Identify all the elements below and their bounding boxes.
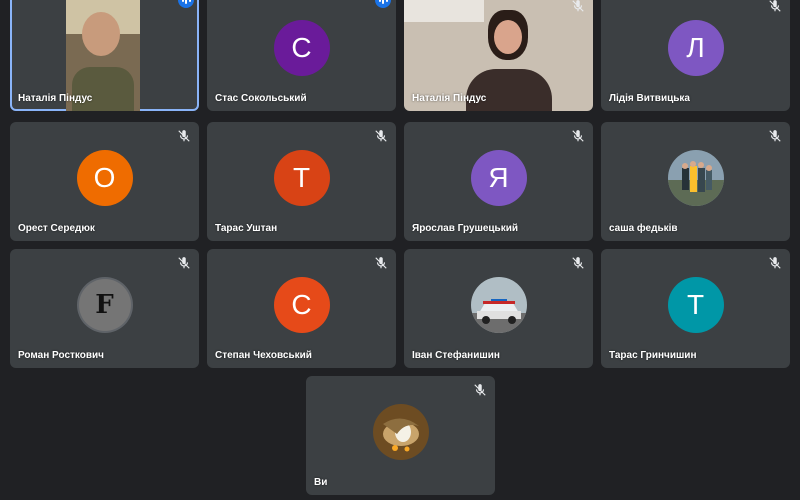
participant-tile[interactable]: С Стас Сокольський [207, 0, 396, 111]
avatar-letter: Л [686, 31, 705, 63]
participant-name: саша федьків [609, 223, 678, 234]
participant-name: Наталія Піндус [18, 93, 93, 104]
mic-off-icon [571, 129, 585, 143]
participant-tile[interactable]: Т Тарас Уштан [207, 122, 396, 241]
participant-tile[interactable]: Наталія Піндус [404, 0, 593, 111]
mic-off-icon [473, 383, 487, 397]
avatar-letter: Я [488, 161, 509, 193]
participant-name: Тарас Гринчишин [609, 350, 697, 361]
participant-avatar: Т [273, 149, 330, 206]
mic-off-icon [177, 129, 191, 143]
participant-tile[interactable]: Ви [306, 376, 495, 495]
avatar-letter: С [291, 31, 312, 63]
speaking-indicator-icon [375, 0, 391, 8]
avatar-logo-text: F [95, 289, 114, 320]
participant-tile[interactable]: Л Лідія Витвицька [601, 0, 790, 111]
participant-name: Наталія Піндус [412, 93, 487, 104]
participant-name: Роман Росткович [18, 350, 104, 361]
avatar-letter: С [291, 288, 312, 320]
mic-off-icon [768, 129, 782, 143]
participant-avatar: С [273, 276, 330, 333]
mic-off-icon [768, 256, 782, 270]
participant-photo: F [76, 276, 133, 333]
participant-name: Ви [314, 477, 328, 488]
speaking-indicator-icon [178, 0, 194, 8]
participant-name: Стас Сокольський [215, 93, 307, 104]
participant-avatar: Л [667, 19, 724, 76]
participant-tile[interactable]: Т Тарас Гринчишин [601, 249, 790, 368]
participant-avatar: С [273, 19, 330, 76]
participant-tile[interactable]: О Орест Середюк [10, 122, 199, 241]
participant-photo [372, 403, 429, 460]
mic-off-icon [768, 0, 782, 13]
participant-tile[interactable]: F Роман Росткович [10, 249, 199, 368]
participant-photo [667, 149, 724, 206]
participant-tile[interactable]: саша федьків [601, 122, 790, 241]
participant-name: Степан Чеховський [215, 350, 312, 361]
participant-name: Іван Стефанишин [412, 350, 500, 361]
participant-name: Орест Середюк [18, 223, 95, 234]
mic-off-icon [374, 256, 388, 270]
participant-avatar: О [76, 149, 133, 206]
mic-off-icon [571, 0, 585, 13]
avatar-letter: Т [292, 161, 311, 193]
mic-off-icon [177, 256, 191, 270]
participant-photo [470, 276, 527, 333]
mic-off-icon [571, 256, 585, 270]
participant-tile[interactable]: Наталія Піндус [10, 0, 199, 111]
participant-avatar: Я [470, 149, 527, 206]
avatar-letter: О [93, 161, 116, 193]
participant-name: Тарас Уштан [215, 223, 278, 234]
mic-off-icon [374, 129, 388, 143]
participant-avatar: Т [667, 276, 724, 333]
participant-tile[interactable]: Іван Стефанишин [404, 249, 593, 368]
participant-tile[interactable]: С Степан Чеховський [207, 249, 396, 368]
participant-name: Лідія Витвицька [609, 93, 690, 104]
avatar-letter: Т [686, 288, 705, 320]
participant-tile[interactable]: Я Ярослав Грушецький [404, 122, 593, 241]
participant-name: Ярослав Грушецький [412, 223, 518, 234]
